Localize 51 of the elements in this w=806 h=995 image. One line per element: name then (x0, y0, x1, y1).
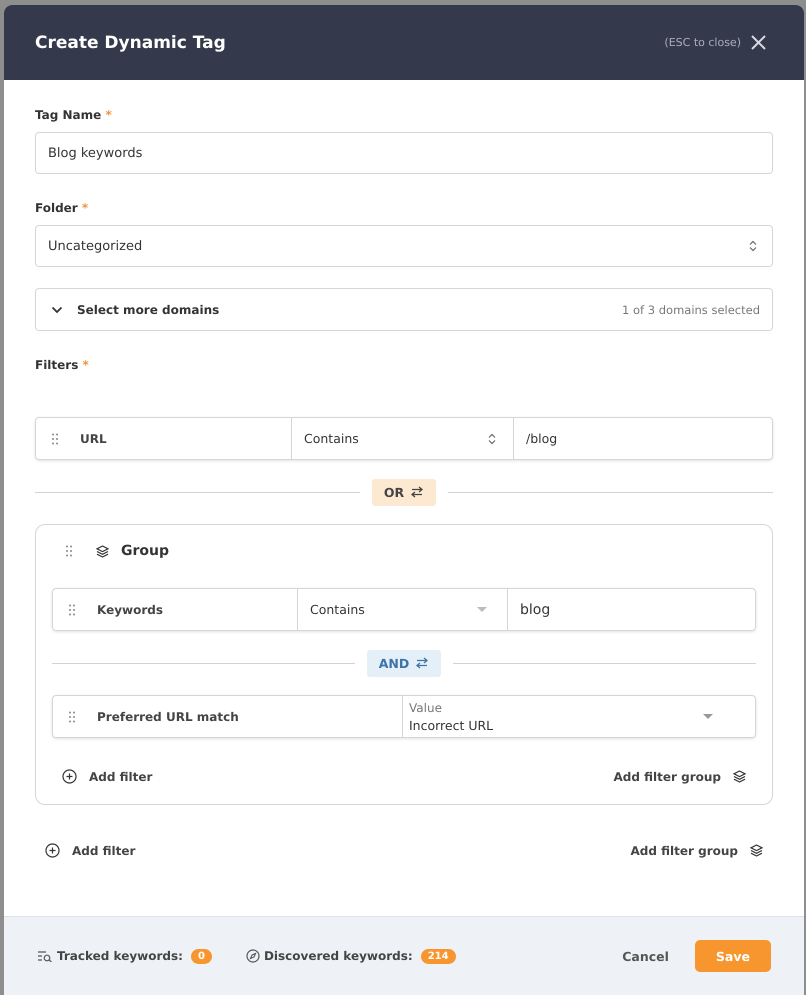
swap-arrows-icon (415, 657, 430, 669)
add-filter-button[interactable]: Add filter (45, 843, 136, 858)
filter-field: Keywords (97, 602, 164, 616)
required-mark: * (82, 201, 88, 215)
logic-toggle[interactable]: OR (372, 478, 436, 506)
add-filter-group-button[interactable]: Add filter group (613, 770, 746, 784)
field-label: Tag Name (35, 108, 102, 122)
dialog-title: Create Dynamic Tag (35, 32, 226, 52)
plus-circle-icon (45, 843, 60, 858)
up-down-chevron-icon (487, 432, 497, 444)
field-label: Folder (35, 201, 78, 215)
close-hint: (ESC to close) (664, 36, 741, 49)
required-mark: * (105, 108, 112, 122)
group-title: Group (121, 543, 170, 559)
plus-circle-icon (62, 769, 77, 784)
layers-icon (96, 544, 109, 558)
drag-handle-icon[interactable] (66, 545, 72, 557)
filter-field: Preferred URL match (97, 710, 239, 724)
stat-label: Discovered keywords: (264, 949, 413, 963)
stat-label: Tracked keywords: (57, 949, 183, 963)
add-filter-button[interactable]: Add filter (62, 769, 152, 784)
tag-name-field[interactable]: Blog keywords (35, 132, 773, 174)
layers-icon (750, 844, 763, 857)
filter-value-field[interactable]: /blog (514, 418, 772, 459)
caret-icon (477, 607, 487, 612)
layers-icon (733, 770, 746, 783)
filter-value-field[interactable]: blog (508, 589, 755, 630)
caret-icon[interactable] (703, 714, 713, 719)
count-badge: 214 (420, 948, 456, 964)
close-icon[interactable] (751, 35, 766, 50)
swap-arrows-icon (410, 486, 424, 498)
operator-select[interactable]: Contains (298, 589, 508, 630)
operator-select[interactable]: Contains (292, 418, 514, 459)
drag-handle-icon[interactable] (69, 604, 75, 616)
drag-handle-icon[interactable] (52, 432, 58, 444)
tracked-icon (37, 950, 53, 962)
filter-field: URL (80, 432, 107, 446)
field-label: Filters (35, 358, 78, 372)
cancel-button[interactable]: Cancel (616, 948, 675, 964)
add-filter-group-button[interactable]: Add filter group (630, 844, 763, 858)
logic-toggle[interactable]: AND (366, 650, 442, 676)
count-badge: 0 (190, 948, 212, 964)
folder-select[interactable]: Uncategorized (35, 225, 773, 267)
required-mark: * (82, 358, 89, 372)
drag-handle-icon[interactable] (69, 710, 75, 722)
up-down-chevron-icon (748, 240, 758, 252)
value-select[interactable]: Incorrect URL (409, 716, 494, 734)
chevron-down-icon (51, 306, 63, 314)
compass-icon (246, 949, 260, 963)
domains-toggle[interactable]: Select more domains 1 of 3 domains selected (35, 288, 773, 331)
value-label: Value (409, 700, 443, 716)
